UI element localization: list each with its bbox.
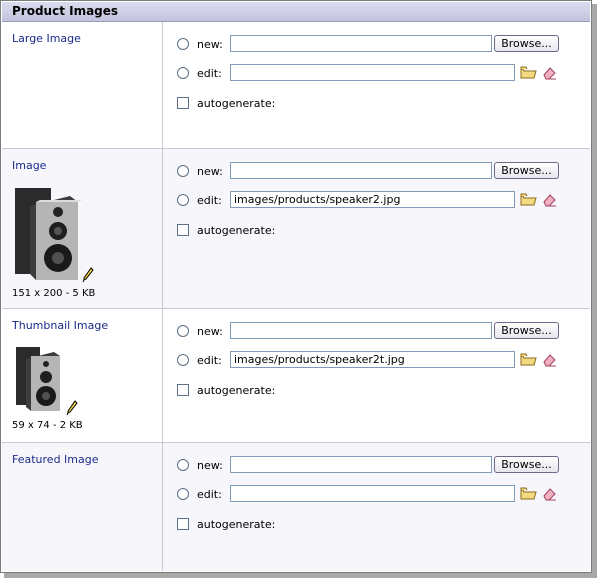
new-file-input[interactable] <box>230 162 492 179</box>
autogenerate-label: autogenerate: <box>197 224 276 237</box>
speaker-thumbnail-image <box>16 347 60 411</box>
autogenerate-checkbox[interactable] <box>177 97 189 109</box>
edit-row: edit: images/products/speaker2.jpg <box>177 191 577 211</box>
new-row: new: Browse... <box>177 322 577 342</box>
edit-radio[interactable] <box>177 488 189 500</box>
new-radio[interactable] <box>177 325 189 337</box>
section-label: Large Image <box>12 32 81 45</box>
section-thumbnail-image: Thumbnail Image 59 x 74 - 2 KB new: Brow… <box>2 309 590 443</box>
new-file-input[interactable] <box>230 35 492 52</box>
new-radio[interactable] <box>177 38 189 50</box>
autogenerate-label: autogenerate: <box>197 518 276 531</box>
new-label: new: <box>197 38 223 51</box>
section-label: Featured Image <box>12 453 99 466</box>
edit-row: edit: <box>177 64 577 84</box>
autogenerate-row: autogenerate: <box>177 381 577 401</box>
pencil-icon[interactable] <box>66 400 78 416</box>
section-large-image: Large Image new: Browse... edit: autogen… <box>2 22 590 149</box>
panel-shadow-right <box>592 4 597 577</box>
new-radio[interactable] <box>177 165 189 177</box>
autogenerate-row: autogenerate: <box>177 515 577 535</box>
edit-label: edit: <box>197 354 222 367</box>
panel-shadow-bottom <box>4 573 597 578</box>
eraser-icon[interactable] <box>541 64 558 81</box>
image-dimensions: 59 x 74 - 2 KB <box>12 420 83 431</box>
new-file-input[interactable] <box>230 456 492 473</box>
speaker-image <box>15 188 82 280</box>
section-label: Image <box>12 159 47 172</box>
edit-row: edit: images/products/speaker2t.jpg <box>177 351 577 371</box>
new-row: new: Browse... <box>177 35 577 55</box>
panel-title: Product Images <box>12 4 119 18</box>
new-row: new: Browse... <box>177 456 577 476</box>
autogenerate-label: autogenerate: <box>197 97 276 110</box>
edit-label: edit: <box>197 194 222 207</box>
section-image: Image 151 x 200 - 5 KB new: Browse... ed… <box>2 149 590 309</box>
folder-icon[interactable] <box>520 351 537 368</box>
autogenerate-checkbox[interactable] <box>177 384 189 396</box>
image-dimensions: 151 x 200 - 5 KB <box>12 288 96 299</box>
browse-button[interactable]: Browse... <box>494 456 559 473</box>
eraser-icon[interactable] <box>541 485 558 502</box>
new-label: new: <box>197 325 223 338</box>
edit-radio[interactable] <box>177 354 189 366</box>
eraser-icon[interactable] <box>541 191 558 208</box>
autogenerate-label: autogenerate: <box>197 384 276 397</box>
new-label: new: <box>197 165 223 178</box>
eraser-icon[interactable] <box>541 351 558 368</box>
section-label-column: Image 151 x 200 - 5 KB <box>2 149 163 308</box>
edit-row: edit: <box>177 485 577 505</box>
panel-header: Product Images <box>2 2 590 22</box>
new-radio[interactable] <box>177 459 189 471</box>
folder-icon[interactable] <box>520 64 537 81</box>
new-label: new: <box>197 459 223 472</box>
edit-radio[interactable] <box>177 194 189 206</box>
autogenerate-checkbox[interactable] <box>177 224 189 236</box>
pencil-icon[interactable] <box>82 267 94 283</box>
folder-icon[interactable] <box>520 191 537 208</box>
section-label: Thumbnail Image <box>12 319 109 332</box>
edit-radio[interactable] <box>177 67 189 79</box>
browse-button[interactable]: Browse... <box>494 35 559 52</box>
product-images-panel: Product Images Large Image new: Browse..… <box>0 0 592 573</box>
browse-button[interactable]: Browse... <box>494 162 559 179</box>
autogenerate-row: autogenerate: <box>177 94 577 114</box>
section-label-column: Featured Image <box>2 443 163 571</box>
edit-label: edit: <box>197 67 222 80</box>
edit-path-input[interactable] <box>230 485 515 502</box>
edit-label: edit: <box>197 488 222 501</box>
autogenerate-row: autogenerate: <box>177 221 577 241</box>
new-file-input[interactable] <box>230 322 492 339</box>
browse-button[interactable]: Browse... <box>494 322 559 339</box>
section-featured-image: Featured Image new: Browse... edit: auto… <box>2 443 590 571</box>
folder-icon[interactable] <box>520 485 537 502</box>
edit-path-input[interactable]: images/products/speaker2t.jpg <box>230 351 515 368</box>
section-label-column: Large Image <box>2 22 163 148</box>
edit-path-input[interactable] <box>230 64 515 81</box>
section-label-column: Thumbnail Image 59 x 74 - 2 KB <box>2 309 163 442</box>
autogenerate-checkbox[interactable] <box>177 518 189 530</box>
new-row: new: Browse... <box>177 162 577 182</box>
edit-path-input[interactable]: images/products/speaker2.jpg <box>230 191 515 208</box>
